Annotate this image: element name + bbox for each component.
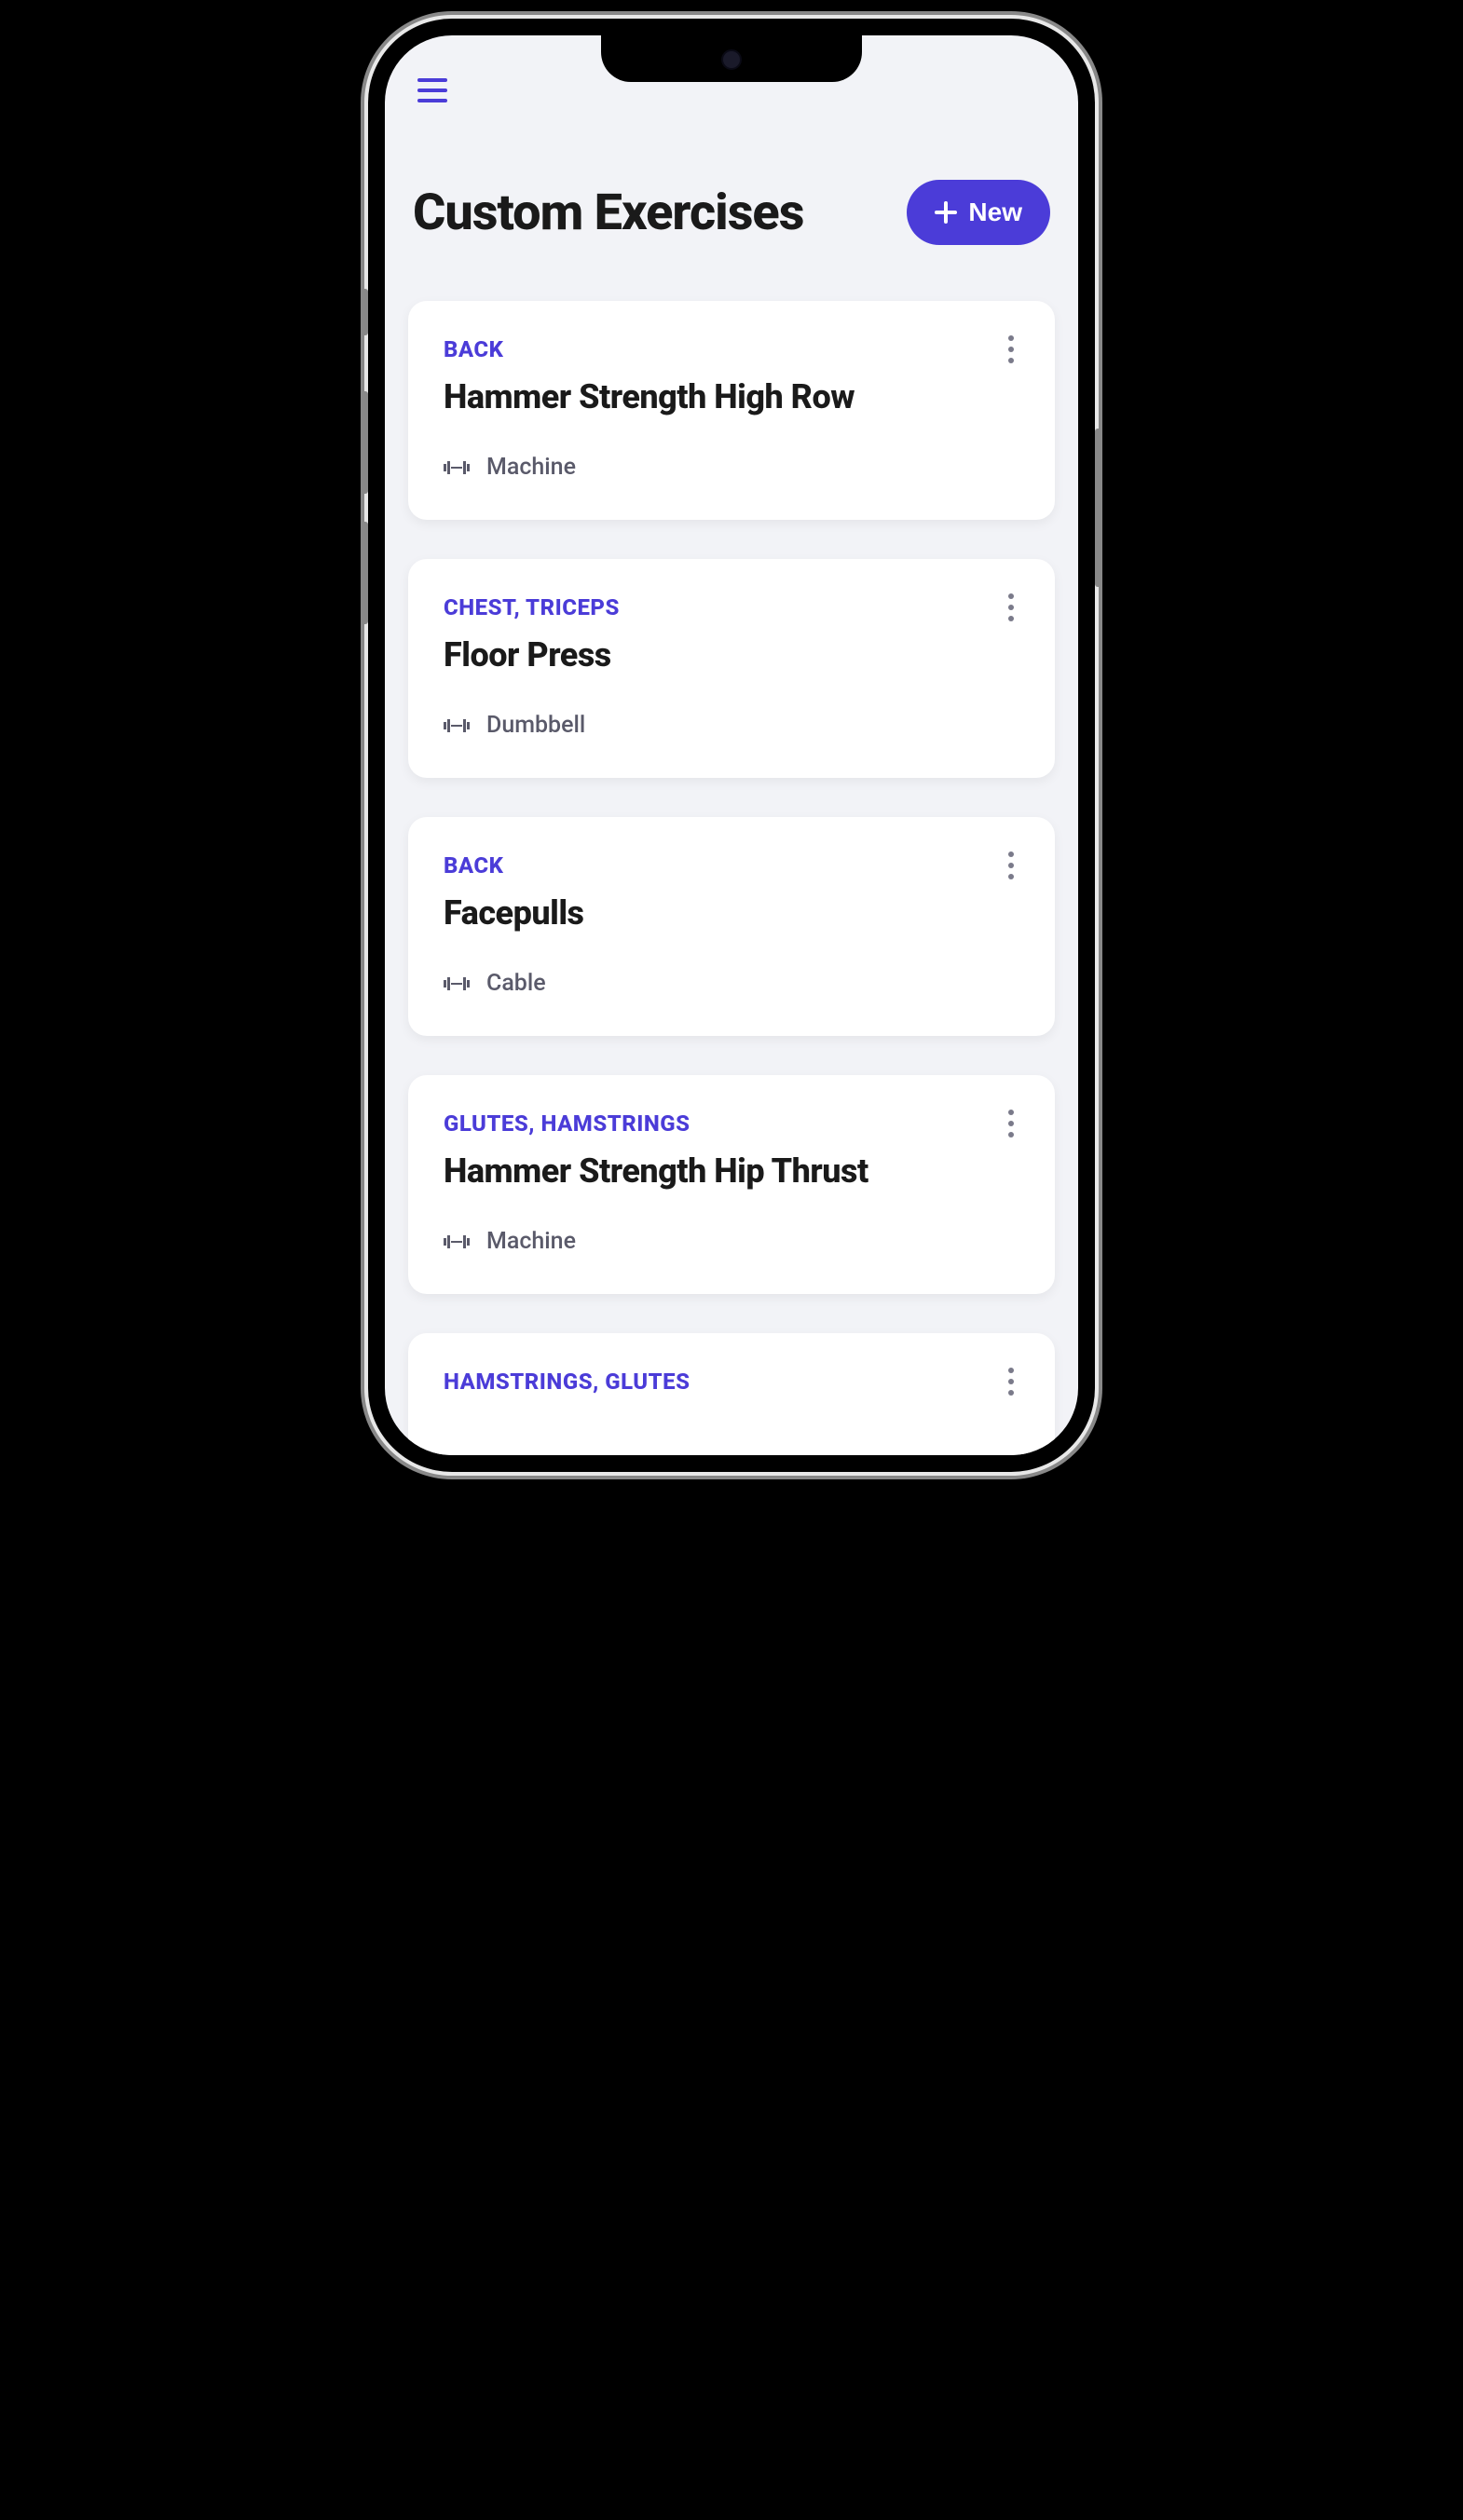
equipment-label: Dumbbell (486, 712, 585, 739)
equipment-row: Dumbbell (444, 712, 1019, 739)
equipment-row: Cable (444, 970, 1019, 997)
equipment-label: Cable (486, 970, 546, 997)
plus-icon (935, 201, 957, 224)
phone-side-button (1095, 429, 1102, 587)
equipment-row: Machine (444, 1228, 1019, 1255)
dots-vertical-icon (1008, 616, 1014, 621)
exercise-card[interactable]: BACK Hammer Strength High Row Machine (408, 301, 1055, 520)
dots-vertical-icon (1008, 1121, 1014, 1126)
dots-vertical-icon (1008, 1379, 1014, 1384)
phone-frame: Custom Exercises New BACK Hammer Strengt… (368, 19, 1095, 1472)
muscle-groups-label: CHEST, TRICEPS (444, 594, 1019, 620)
phone-notch (601, 35, 862, 82)
dots-vertical-icon (1008, 1110, 1014, 1115)
dots-vertical-icon (1008, 1132, 1014, 1137)
phone-screen: Custom Exercises New BACK Hammer Strengt… (385, 35, 1078, 1455)
barbell-icon (444, 1234, 470, 1249)
hamburger-icon (417, 78, 447, 82)
dots-vertical-icon (1008, 358, 1014, 363)
exercise-name: Hammer Strength Hip Thrust (444, 1151, 1019, 1191)
dots-vertical-icon (1008, 347, 1014, 352)
barbell-icon (444, 976, 470, 991)
more-options-button[interactable] (997, 589, 1025, 626)
exercise-card[interactable]: CHEST, TRICEPS Floor Press Dumbbell (408, 559, 1055, 778)
phone-side-button (361, 289, 368, 335)
exercise-name: Facepulls (444, 893, 1019, 933)
dots-vertical-icon (1008, 1390, 1014, 1396)
more-options-button[interactable] (997, 1363, 1025, 1400)
barbell-icon (444, 718, 470, 733)
exercise-name: Floor Press (444, 635, 1019, 674)
dots-vertical-icon (1008, 605, 1014, 610)
dots-vertical-icon (1008, 335, 1014, 341)
exercise-card[interactable]: BACK Facepulls Cable (408, 817, 1055, 1036)
new-exercise-button[interactable]: New (907, 180, 1050, 245)
hamburger-icon (417, 99, 447, 102)
muscle-groups-label: BACK (444, 852, 1019, 879)
app-content: Custom Exercises New BACK Hammer Strengt… (385, 35, 1078, 1455)
exercise-name: Hammer Strength High Row (444, 377, 1019, 416)
muscle-groups-label: BACK (444, 336, 1019, 362)
phone-side-button (361, 391, 368, 494)
page-title: Custom Exercises (413, 184, 803, 242)
dots-vertical-icon (1008, 851, 1014, 857)
dots-vertical-icon (1008, 874, 1014, 879)
muscle-groups-label: GLUTES, HAMSTRINGS (444, 1110, 1019, 1137)
more-options-button[interactable] (997, 1105, 1025, 1142)
more-options-button[interactable] (997, 847, 1025, 884)
more-options-button[interactable] (997, 331, 1025, 368)
exercise-card[interactable]: GLUTES, HAMSTRINGS Hammer Strength Hip T… (408, 1075, 1055, 1294)
equipment-label: Machine (486, 454, 576, 481)
muscle-groups-label: HAMSTRINGS, GLUTES (444, 1369, 1019, 1395)
new-button-label: New (968, 198, 1022, 227)
exercise-card[interactable]: HAMSTRINGS, GLUTES (408, 1333, 1055, 1455)
dots-vertical-icon (1008, 1368, 1014, 1373)
page-header: Custom Exercises New (408, 180, 1055, 245)
exercise-list: BACK Hammer Strength High Row Machine (408, 301, 1055, 1455)
barbell-icon (444, 460, 470, 475)
hamburger-icon (417, 89, 447, 92)
equipment-label: Machine (486, 1228, 576, 1255)
phone-side-button (361, 522, 368, 624)
dots-vertical-icon (1008, 863, 1014, 868)
dots-vertical-icon (1008, 593, 1014, 599)
menu-button[interactable] (416, 71, 449, 110)
equipment-row: Machine (444, 454, 1019, 481)
